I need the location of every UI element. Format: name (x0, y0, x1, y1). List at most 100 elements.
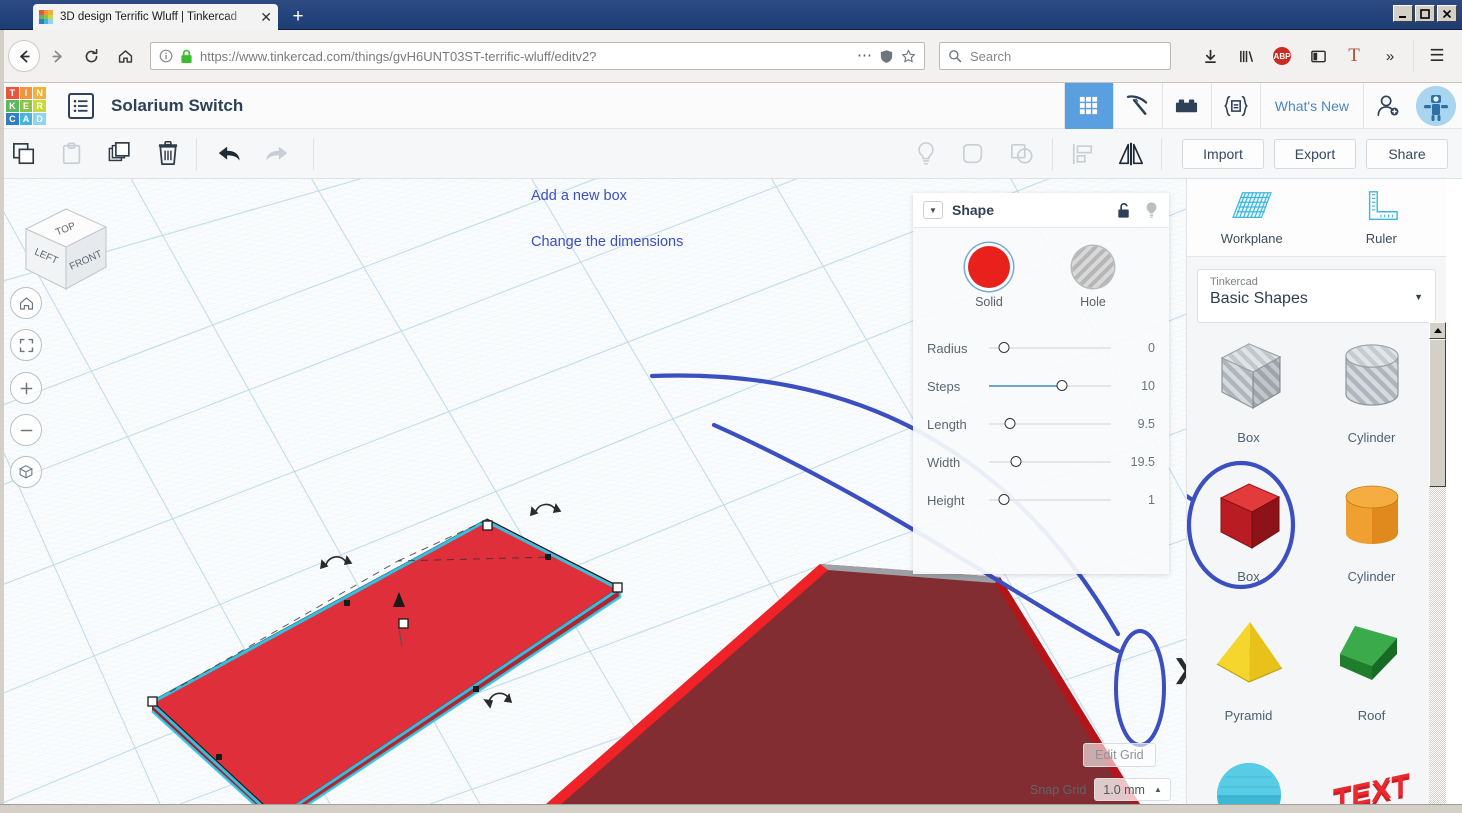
slider-knob[interactable] (998, 342, 1010, 353)
length-slider[interactable] (989, 416, 1111, 432)
reload-button[interactable] (74, 39, 108, 73)
window-bottom-edge (0, 804, 1462, 813)
shape-label: Cylinder (1347, 569, 1396, 584)
codeblocks-pickaxe-icon[interactable] (1112, 82, 1162, 129)
param-value[interactable]: 0 (1121, 341, 1155, 355)
home-view-button[interactable] (10, 287, 42, 319)
tinkercad-logo[interactable]: T I N K E R C A D (6, 86, 46, 125)
edit-grid-button[interactable]: Edit Grid (1083, 743, 1156, 767)
steps-slider[interactable] (989, 378, 1111, 394)
add-user-icon[interactable] (1363, 82, 1412, 129)
minimize-button[interactable] (1393, 5, 1413, 22)
param-value[interactable]: 1 (1121, 493, 1155, 507)
ortho-perspective-button[interactable] (10, 456, 42, 488)
shape-library-select[interactable]: Tinkercad Basic Shapes ▼ (1197, 269, 1436, 323)
overflow-icon[interactable]: » (1373, 39, 1407, 73)
zoom-out-button[interactable] (10, 414, 42, 446)
export-button[interactable]: Export (1274, 138, 1356, 169)
shape-item-sphere[interactable] (1187, 737, 1310, 813)
shape-panel-title: Shape (952, 202, 995, 218)
whats-new-link[interactable]: What's New (1259, 82, 1363, 129)
view-cube[interactable]: TOP LEFT FRONT (18, 201, 114, 297)
browser-search-bar[interactable]: Search (939, 42, 1171, 70)
new-tab-button[interactable]: + (287, 7, 309, 28)
trash-icon[interactable] (144, 129, 192, 179)
url-bar[interactable]: https://www.tinkercad.com/things/gvH6UNT… (150, 42, 925, 70)
undo-arrow-icon[interactable] (205, 129, 253, 179)
hole-label: Hole (1080, 295, 1106, 309)
ruler-icon (1369, 191, 1399, 221)
bookmark-star-icon[interactable] (901, 48, 916, 64)
sidebar-toggle-icon[interactable] (1301, 39, 1335, 73)
slider-knob[interactable] (998, 494, 1010, 505)
shape-item-box-hatched[interactable]: Box (1187, 320, 1310, 459)
panel-collapse-chevron-icon[interactable]: ❯ (1172, 657, 1186, 683)
shield-icon[interactable] (879, 49, 894, 64)
home-button[interactable] (108, 39, 142, 73)
adblock-icon[interactable]: ABP (1265, 39, 1299, 73)
downloads-icon[interactable] (1193, 39, 1227, 73)
unlock-icon[interactable] (1116, 202, 1132, 219)
blocks-brick-icon[interactable] (1161, 82, 1211, 129)
slider-knob[interactable] (1004, 418, 1016, 429)
copy-icon[interactable] (0, 129, 48, 179)
mirror-icon[interactable] (1107, 129, 1155, 179)
snap-grid-select[interactable]: 1.0 mm ▲ (1094, 778, 1171, 801)
sidebar-scrollbar[interactable] (1429, 322, 1446, 813)
maximize-button[interactable] (1415, 5, 1435, 22)
script-braces-icon[interactable] (1210, 82, 1260, 129)
shape-item-cylinder-orange[interactable]: Cylinder (1310, 459, 1433, 598)
forward-button[interactable] (40, 39, 74, 73)
group-icon[interactable] (950, 129, 998, 179)
avatar[interactable] (1416, 85, 1456, 126)
toolbar-divider (1161, 137, 1162, 170)
shape-parameters: Radius 0 Steps 10 Length 9.5 Width 19.5 … (913, 309, 1169, 519)
shape-item-cylinder-hatched[interactable]: Cylinder (1310, 320, 1433, 459)
text-tool-icon[interactable]: T (1337, 39, 1371, 73)
search-placeholder: Search (970, 48, 1012, 64)
project-list-icon[interactable] (68, 92, 94, 119)
zoom-in-button[interactable] (10, 372, 42, 404)
redo-arrow-icon[interactable] (253, 129, 301, 179)
param-value[interactable]: 10 (1121, 379, 1155, 393)
height-slider[interactable] (989, 492, 1111, 508)
lightbulb-icon[interactable] (902, 129, 950, 179)
page-actions-icon[interactable]: ⋯ (857, 48, 872, 63)
lightbulb-icon[interactable] (1144, 201, 1159, 219)
scrollbar-thumb[interactable] (1429, 339, 1446, 487)
shape-item-text[interactable]: TEXT TEXT (1310, 737, 1433, 813)
import-button[interactable]: Import (1182, 138, 1264, 169)
shape-item-box-red[interactable]: Box (1187, 459, 1310, 598)
solid-mode-option[interactable]: Solid (968, 246, 1010, 309)
slider-knob[interactable] (1010, 456, 1022, 467)
ruler-tool[interactable]: Ruler (1317, 179, 1447, 256)
design-view-icon[interactable] (1063, 82, 1113, 129)
param-value[interactable]: 9.5 (1121, 417, 1155, 431)
align-icon[interactable] (1059, 129, 1107, 179)
param-value[interactable]: 19.5 (1121, 455, 1155, 469)
hamburger-menu-icon[interactable]: ☰ (1420, 39, 1454, 73)
browser-tab[interactable]: 3D design Terrific Wluff | Tinkercad ✕ (33, 4, 278, 30)
width-slider[interactable] (989, 454, 1111, 470)
pyramid-yellow-icon (1216, 622, 1282, 683)
chevron-down-icon[interactable]: ▼ (923, 201, 943, 219)
fit-view-button[interactable] (10, 329, 42, 361)
scroll-up-button[interactable] (1429, 322, 1446, 339)
box-hatched-icon (1220, 343, 1281, 410)
radius-slider[interactable] (989, 340, 1111, 356)
ungroup-icon[interactable] (998, 129, 1046, 179)
share-button[interactable]: Share (1366, 138, 1448, 169)
hole-mode-option[interactable]: Hole (1072, 246, 1114, 309)
slider-knob[interactable] (1056, 380, 1068, 391)
paste-icon[interactable] (48, 129, 96, 179)
close-window-button[interactable] (1437, 5, 1457, 22)
back-button[interactable] (8, 40, 40, 72)
workplane-tool[interactable]: Workplane (1187, 179, 1317, 256)
close-tab-icon[interactable]: ✕ (260, 10, 272, 24)
shape-item-pyramid[interactable]: Pyramid (1187, 598, 1310, 737)
duplicate-icon[interactable] (96, 129, 144, 179)
tab-title: 3D design Terrific Wluff | Tinkercad (60, 11, 238, 23)
shape-item-roof[interactable]: Roof (1310, 598, 1433, 737)
workplane-canvas[interactable]: TOP LEFT FRONT Add a new box Change the … (0, 179, 1186, 804)
library-icon[interactable] (1229, 39, 1263, 73)
